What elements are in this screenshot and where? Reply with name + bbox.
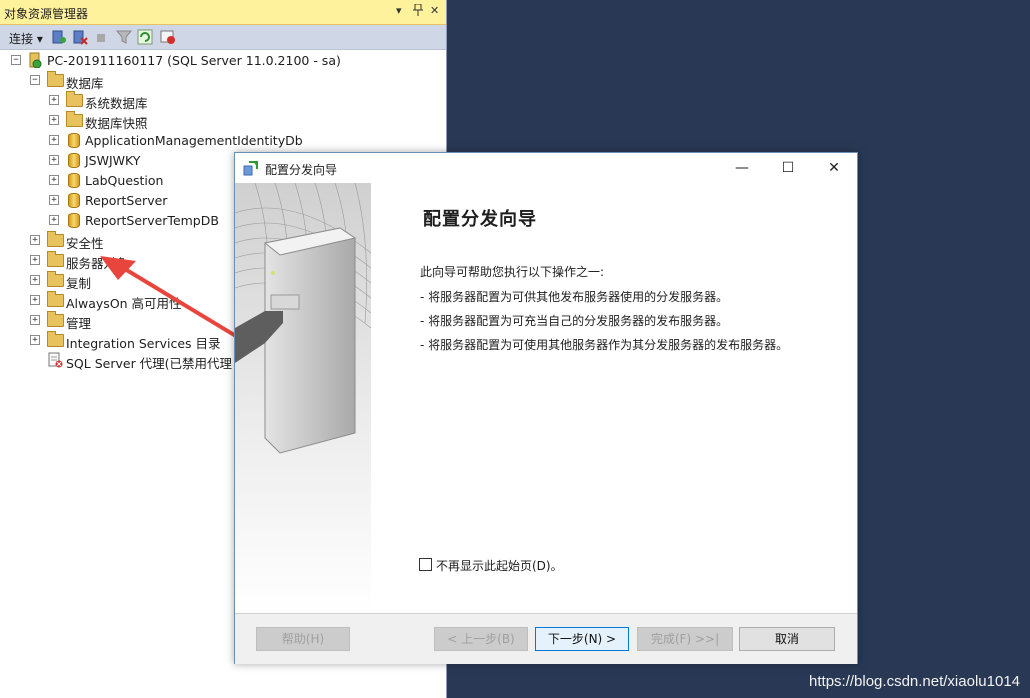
watermark: https://blog.csdn.net/xiaolu1014 <box>809 673 1020 690</box>
wizard-intro-text: 此向导可帮助您执行以下操作之一: <box>420 265 605 279</box>
cancel-button[interactable]: 取消 <box>739 627 835 651</box>
wizard-button-bar: 帮助(H) < 上一步(B) 下一步(N) > 完成(F) >>| 取消 <box>235 613 857 664</box>
wizard-bullet-2: - 将服务器配置为可充当自己的分发服务器的发布服务器。 <box>420 314 729 328</box>
finish-button[interactable]: 完成(F) >>| <box>637 627 733 651</box>
minimize-button[interactable]: — <box>719 153 765 183</box>
wizard-bullet-1: - 将服务器配置为可供其他发布服务器使用的分发服务器。 <box>420 290 729 304</box>
wizard-bullet-3: - 将服务器配置为可使用其他服务器作为其分发服务器的发布服务器。 <box>420 338 789 352</box>
close-button[interactable]: ✕ <box>811 153 857 183</box>
wizard-heading: 配置分发向导 <box>423 209 537 230</box>
back-button[interactable]: < 上一步(B) <box>434 627 528 651</box>
dialog-titlebar[interactable]: 配置分发向导 — ☐ ✕ <box>235 153 857 183</box>
maximize-button[interactable]: ☐ <box>765 153 811 183</box>
wizard-app-icon <box>243 161 258 176</box>
wizard-banner-image <box>235 183 371 613</box>
dont-show-again-checkbox[interactable] <box>419 558 432 571</box>
dialog-title: 配置分发向导 <box>265 163 338 177</box>
next-button[interactable]: 下一步(N) > <box>535 627 629 651</box>
help-button[interactable]: 帮助(H) <box>256 627 350 651</box>
annotation-arrowhead <box>100 256 136 280</box>
dont-show-again-label[interactable]: 不再显示此起始页(D)。 <box>436 557 563 574</box>
wizard-content: 配置分发向导 此向导可帮助您执行以下操作之一: - 将服务器配置为可供其他发布服… <box>371 183 857 613</box>
wizard-dialog: 配置分发向导 — ☐ ✕ 配置分发向导 此向导可帮助您执行以下操作之一: - 将… <box>234 152 858 664</box>
